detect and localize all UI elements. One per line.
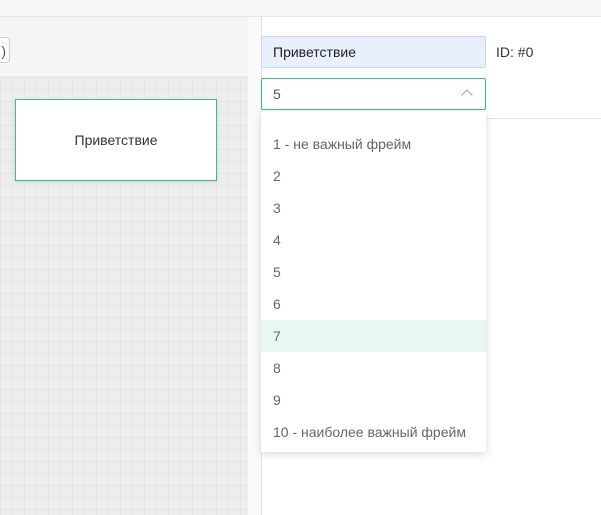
canvas-toolbar: ) (0, 17, 248, 77)
priority-select-value: 5 (273, 86, 281, 102)
priority-option[interactable]: 8 (261, 352, 486, 384)
frame-node-title: Приветствие (74, 132, 158, 148)
priority-option[interactable]: 1 - не важный фрейм (261, 128, 486, 160)
chevron-up-icon (461, 89, 473, 101)
frame-node[interactable]: Приветствие (15, 99, 217, 181)
priority-option[interactable]: 5 (261, 256, 486, 288)
priority-select[interactable]: 5 (261, 78, 486, 110)
priority-option[interactable]: 2 (261, 160, 486, 192)
priority-option[interactable]: 9 (261, 384, 486, 416)
priority-option[interactable]: 10 - наиболее важный фрейм (261, 416, 486, 448)
priority-dropdown: 1 - не важный фрейм 2 3 4 5 6 7 8 9 10 -… (261, 112, 486, 452)
frame-name-input[interactable]: Приветствие (261, 36, 486, 68)
frame-id-label: ID: #0 (496, 44, 534, 60)
panel-divider (248, 17, 261, 515)
priority-option-hovered[interactable]: 7 (261, 320, 486, 352)
top-bar (0, 0, 601, 17)
priority-option[interactable]: 6 (261, 288, 486, 320)
priority-option[interactable]: 3 (261, 192, 486, 224)
toolbar-button[interactable]: ) (0, 37, 10, 63)
priority-option[interactable]: 4 (261, 224, 486, 256)
